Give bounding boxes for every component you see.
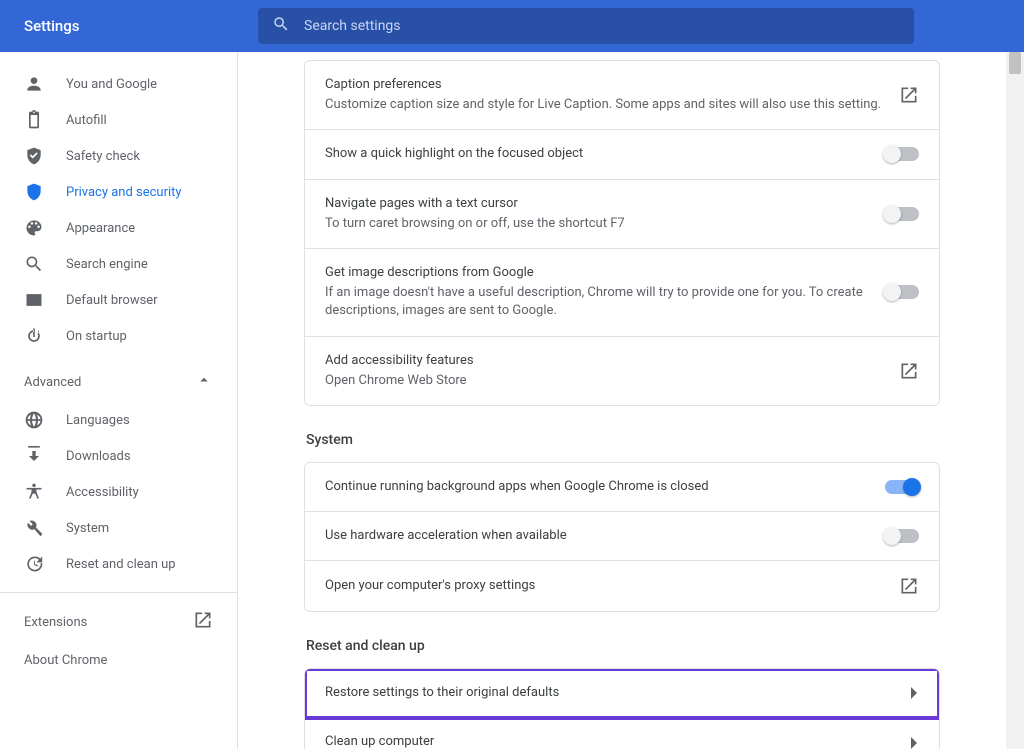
sidebar-item-on-startup[interactable]: On startup	[0, 318, 237, 354]
sidebar-item-you-and-google[interactable]: You and Google	[0, 66, 237, 102]
sidebar-item-label: Default browser	[66, 293, 158, 308]
sidebar-item-label: Languages	[66, 413, 130, 428]
accessibility-icon	[24, 482, 44, 502]
search-settings-input[interactable]: Search settings	[258, 8, 914, 44]
sidebar-item-reset-and-clean-up[interactable]: Reset and clean up	[0, 546, 237, 582]
shield-icon	[24, 182, 44, 202]
about-label: About Chrome	[24, 653, 107, 668]
chevron-right-icon	[909, 737, 919, 749]
row-quick-highlight[interactable]: Show a quick highlight on the focused ob…	[305, 130, 939, 179]
sidebar-item-label: On startup	[66, 329, 127, 344]
globe-icon	[24, 410, 44, 430]
toggle-background-apps[interactable]	[885, 480, 919, 494]
power-icon	[24, 326, 44, 346]
clipboard-icon	[24, 110, 44, 130]
palette-icon	[24, 218, 44, 238]
sidebar-item-autofill[interactable]: Autofill	[0, 102, 237, 138]
row-subtitle: To turn caret browsing on or off, use th…	[325, 215, 869, 233]
search-placeholder: Search settings	[304, 18, 401, 34]
sidebar-item-label: Downloads	[66, 449, 131, 464]
sidebar-item-search-engine[interactable]: Search engine	[0, 246, 237, 282]
sidebar-item-appearance[interactable]: Appearance	[0, 210, 237, 246]
open-in-new-icon	[899, 85, 919, 105]
section-reset-heading: Reset and clean up	[306, 638, 940, 654]
sidebar-item-label: Appearance	[66, 221, 135, 236]
extensions-label: Extensions	[24, 615, 87, 630]
reset-card: Restore settings to their original defau…	[304, 668, 940, 749]
row-subtitle: Customize caption size and style for Liv…	[325, 96, 883, 114]
toggle-image-descriptions[interactable]	[885, 285, 919, 299]
sidebar-item-label: Safety check	[66, 149, 140, 164]
row-title: Add accessibility features	[325, 352, 883, 370]
sidebar-item-system[interactable]: System	[0, 510, 237, 546]
search-wrap: Search settings	[258, 8, 1024, 44]
sidebar-item-safety-check[interactable]: Safety check	[0, 138, 237, 174]
sidebar-item-default-browser[interactable]: Default browser	[0, 282, 237, 318]
row-title: Get image descriptions from Google	[325, 264, 869, 282]
settings-content: Caption preferences Customize caption si…	[238, 52, 1006, 749]
person-icon	[24, 74, 44, 94]
scrollbar-thumb[interactable]	[1009, 52, 1021, 74]
search-icon	[24, 254, 44, 274]
sidebar-item-label: System	[66, 521, 109, 536]
row-hardware-acceleration[interactable]: Use hardware acceleration when available	[305, 512, 939, 561]
row-proxy-settings[interactable]: Open your computer's proxy settings	[305, 561, 939, 611]
sidebar-item-label: Search engine	[66, 257, 148, 272]
row-title: Use hardware acceleration when available	[325, 527, 869, 545]
row-title: Continue running background apps when Go…	[325, 478, 869, 496]
row-title: Show a quick highlight on the focused ob…	[325, 145, 869, 163]
row-restore-defaults[interactable]: Restore settings to their original defau…	[305, 669, 939, 718]
sidebar-item-accessibility[interactable]: Accessibility	[0, 474, 237, 510]
page-title: Settings	[0, 17, 258, 35]
open-in-new-icon	[193, 610, 213, 634]
open-in-new-icon	[899, 576, 919, 596]
toggle-hardware-acceleration[interactable]	[885, 529, 919, 543]
sidebar-about-chrome-link[interactable]: About Chrome	[0, 641, 237, 679]
sidebar-advanced-toggle[interactable]: Advanced	[0, 362, 237, 402]
row-add-accessibility-features[interactable]: Add accessibility features Open Chrome W…	[305, 337, 939, 405]
sidebar-item-label: You and Google	[66, 77, 157, 92]
row-caret-browsing[interactable]: Navigate pages with a text cursor To tur…	[305, 180, 939, 249]
wrench-icon	[24, 518, 44, 538]
row-clean-up-computer[interactable]: Clean up computer	[305, 718, 939, 749]
row-caption-preferences[interactable]: Caption preferences Customize caption si…	[305, 61, 939, 130]
sidebar: You and Google Autofill Safety check Pri…	[0, 52, 238, 749]
toggle-quick-highlight[interactable]	[885, 147, 919, 161]
row-title: Clean up computer	[325, 733, 893, 749]
row-background-apps[interactable]: Continue running background apps when Go…	[305, 463, 939, 512]
sidebar-separator	[0, 592, 237, 593]
row-title: Open your computer's proxy settings	[325, 577, 883, 595]
sidebar-item-languages[interactable]: Languages	[0, 402, 237, 438]
advanced-label: Advanced	[24, 375, 81, 390]
search-icon	[272, 15, 304, 37]
toggle-caret-browsing[interactable]	[885, 207, 919, 221]
row-title: Restore settings to their original defau…	[325, 684, 893, 702]
sidebar-extensions-link[interactable]: Extensions	[0, 603, 237, 641]
row-subtitle: Open Chrome Web Store	[325, 372, 883, 390]
browser-icon	[24, 290, 44, 310]
section-system-heading: System	[306, 432, 940, 448]
shield-check-icon	[24, 146, 44, 166]
system-card: Continue running background apps when Go…	[304, 462, 940, 612]
accessibility-card: Caption preferences Customize caption si…	[304, 60, 940, 406]
open-in-new-icon	[899, 361, 919, 381]
top-bar: Settings Search settings	[0, 0, 1024, 52]
restore-icon	[24, 554, 44, 574]
row-title: Navigate pages with a text cursor	[325, 195, 869, 213]
chevron-right-icon	[909, 687, 919, 699]
download-icon	[24, 446, 44, 466]
sidebar-item-label: Accessibility	[66, 485, 139, 500]
row-image-descriptions[interactable]: Get image descriptions from Google If an…	[305, 249, 939, 337]
chevron-up-icon	[195, 371, 213, 393]
sidebar-item-privacy-and-security[interactable]: Privacy and security	[0, 174, 237, 210]
sidebar-item-label: Autofill	[66, 113, 107, 128]
vertical-scrollbar[interactable]	[1006, 52, 1024, 749]
row-title: Caption preferences	[325, 76, 883, 94]
row-subtitle: If an image doesn't have a useful descri…	[325, 284, 869, 320]
sidebar-item-label: Privacy and security	[66, 185, 182, 200]
sidebar-item-downloads[interactable]: Downloads	[0, 438, 237, 474]
sidebar-item-label: Reset and clean up	[66, 557, 176, 572]
